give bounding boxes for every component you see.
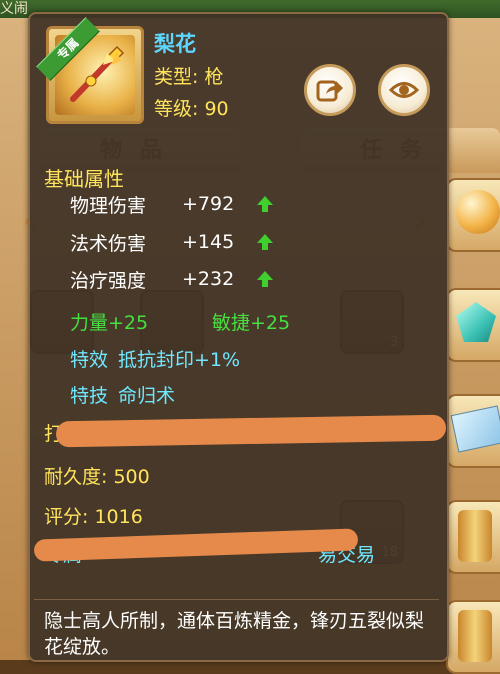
crystal-icon [456, 302, 496, 342]
attr-strength: 力量+25 [70, 312, 149, 334]
up-arrow-icon [257, 234, 273, 250]
scroll-icon [458, 510, 492, 562]
inventory-item-scroll[interactable] [446, 600, 500, 674]
special-skill-value: 命归术 [118, 385, 176, 407]
top-bar-text: 义闹 [0, 1, 28, 17]
score: 评分: 1016 [44, 506, 143, 528]
basic-attributes-title: 基础属性 [44, 167, 124, 191]
special-effect-value: 抵抗封印+1% [118, 349, 241, 371]
stat-label: 治疗强度 [70, 269, 147, 292]
view-button[interactable] [378, 64, 430, 116]
item-icon-frame: 专属 [36, 17, 144, 124]
orb-icon [456, 190, 500, 234]
inventory-item-map[interactable] [446, 394, 500, 468]
stat-row: 法术伤害 +145 [70, 228, 274, 256]
share-icon [316, 80, 343, 102]
item-level: 等级: 90 [154, 98, 229, 120]
attr-agility: 敏捷+25 [212, 312, 291, 334]
eye-icon [389, 82, 419, 98]
redaction-scribble [33, 528, 359, 562]
inventory-item-orb[interactable] [446, 178, 500, 252]
scroll-icon [458, 610, 492, 662]
inventory-item-crystal[interactable] [446, 288, 500, 362]
stat-label: 法术伤害 [70, 232, 147, 255]
stat-value: +792 [182, 193, 235, 215]
item-description: 隐士高人所制，通体百炼精金，锋刃五裂似梨花绽放。 [44, 610, 425, 658]
up-arrow-icon [257, 196, 273, 212]
stat-row: 物理伤害 +792 [70, 190, 274, 218]
durability: 耐久度: 500 [44, 466, 150, 488]
special-skill-line: 特技 命归术 [70, 381, 175, 408]
redaction-scribble [55, 414, 447, 448]
up-arrow-icon [257, 271, 273, 287]
special-effect-key: 特效 [70, 349, 109, 371]
stat-label: 物理伤害 [70, 194, 147, 217]
item-type: 类型: 枪 [154, 66, 224, 88]
map-icon [450, 405, 500, 453]
item-name: 梨花 [154, 32, 196, 56]
share-button[interactable] [304, 64, 356, 116]
divider [34, 599, 439, 600]
stat-value: +232 [182, 268, 235, 290]
stat-value: +145 [182, 231, 235, 253]
special-skill-key: 特技 [70, 385, 109, 407]
item-tooltip: 专属 梨花 类型: 枪 等级: 90 基础属性 物理伤害 +792 法术伤害 +… [28, 12, 449, 662]
special-effect-line: 特效 抵抗封印+1% [70, 345, 240, 372]
inventory-item-scroll[interactable] [446, 500, 500, 574]
stat-row: 治疗强度 +232 [70, 265, 274, 293]
